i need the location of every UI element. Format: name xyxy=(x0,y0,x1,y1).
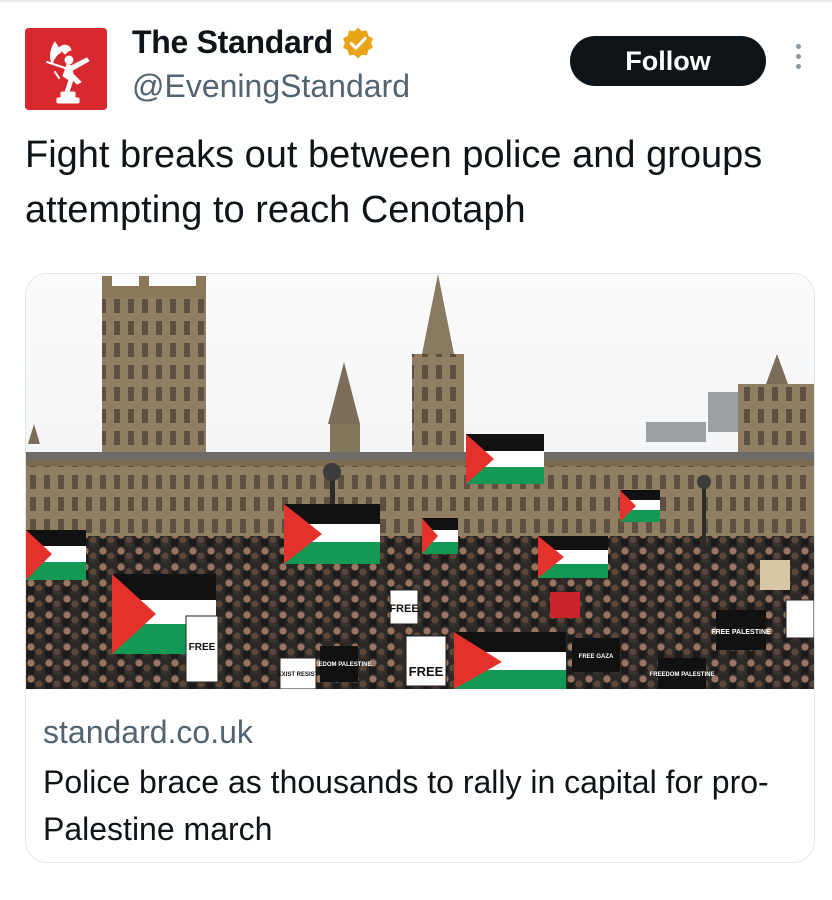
follow-button[interactable]: Follow xyxy=(570,36,766,86)
tweet-text: Fight breaks out between police and grou… xyxy=(25,134,763,231)
placard-free-gaza: FREE GAZA xyxy=(579,654,614,660)
verified-badge-icon xyxy=(343,27,373,58)
palestine-flag-8 xyxy=(422,518,458,554)
account-display-name[interactable]: The Standard xyxy=(132,24,333,61)
more-vertical-icon[interactable] xyxy=(791,44,805,76)
account-name-row: The Standard xyxy=(132,24,375,61)
eros-statue-logo-icon xyxy=(25,28,107,110)
article-photo[interactable]: FREE FREE FREEDOM PALESTINE FREE GAZA FR… xyxy=(26,274,815,689)
account-avatar[interactable] xyxy=(25,28,107,110)
placard-freedom-palestine-2: FREEDOM PALESTINE xyxy=(650,672,715,678)
placard-exist-resist: EXIST RESIST xyxy=(278,672,319,678)
placard-free-3: FREE xyxy=(189,642,216,653)
link-title: Police brace as thousands to rally in ca… xyxy=(43,764,769,847)
link-preview-card[interactable]: FREE FREE FREEDOM PALESTINE FREE GAZA FR… xyxy=(25,273,815,863)
palestine-flag-2 xyxy=(284,504,380,564)
palestine-flag-6 xyxy=(538,536,608,578)
top-divider xyxy=(0,0,832,2)
palestine-flag-5 xyxy=(454,632,566,689)
placard-free: FREE xyxy=(389,603,418,615)
palestine-flag-7 xyxy=(620,490,660,522)
palestine-flag-4 xyxy=(26,530,86,580)
placard-free-2: FREE xyxy=(409,664,444,679)
palestine-flag-1 xyxy=(466,434,544,484)
account-handle[interactable]: @EveningStandard xyxy=(132,68,410,105)
link-domain: standard.co.uk xyxy=(43,714,253,750)
placard-free-palestine: FREE PALESTINE xyxy=(711,629,771,636)
